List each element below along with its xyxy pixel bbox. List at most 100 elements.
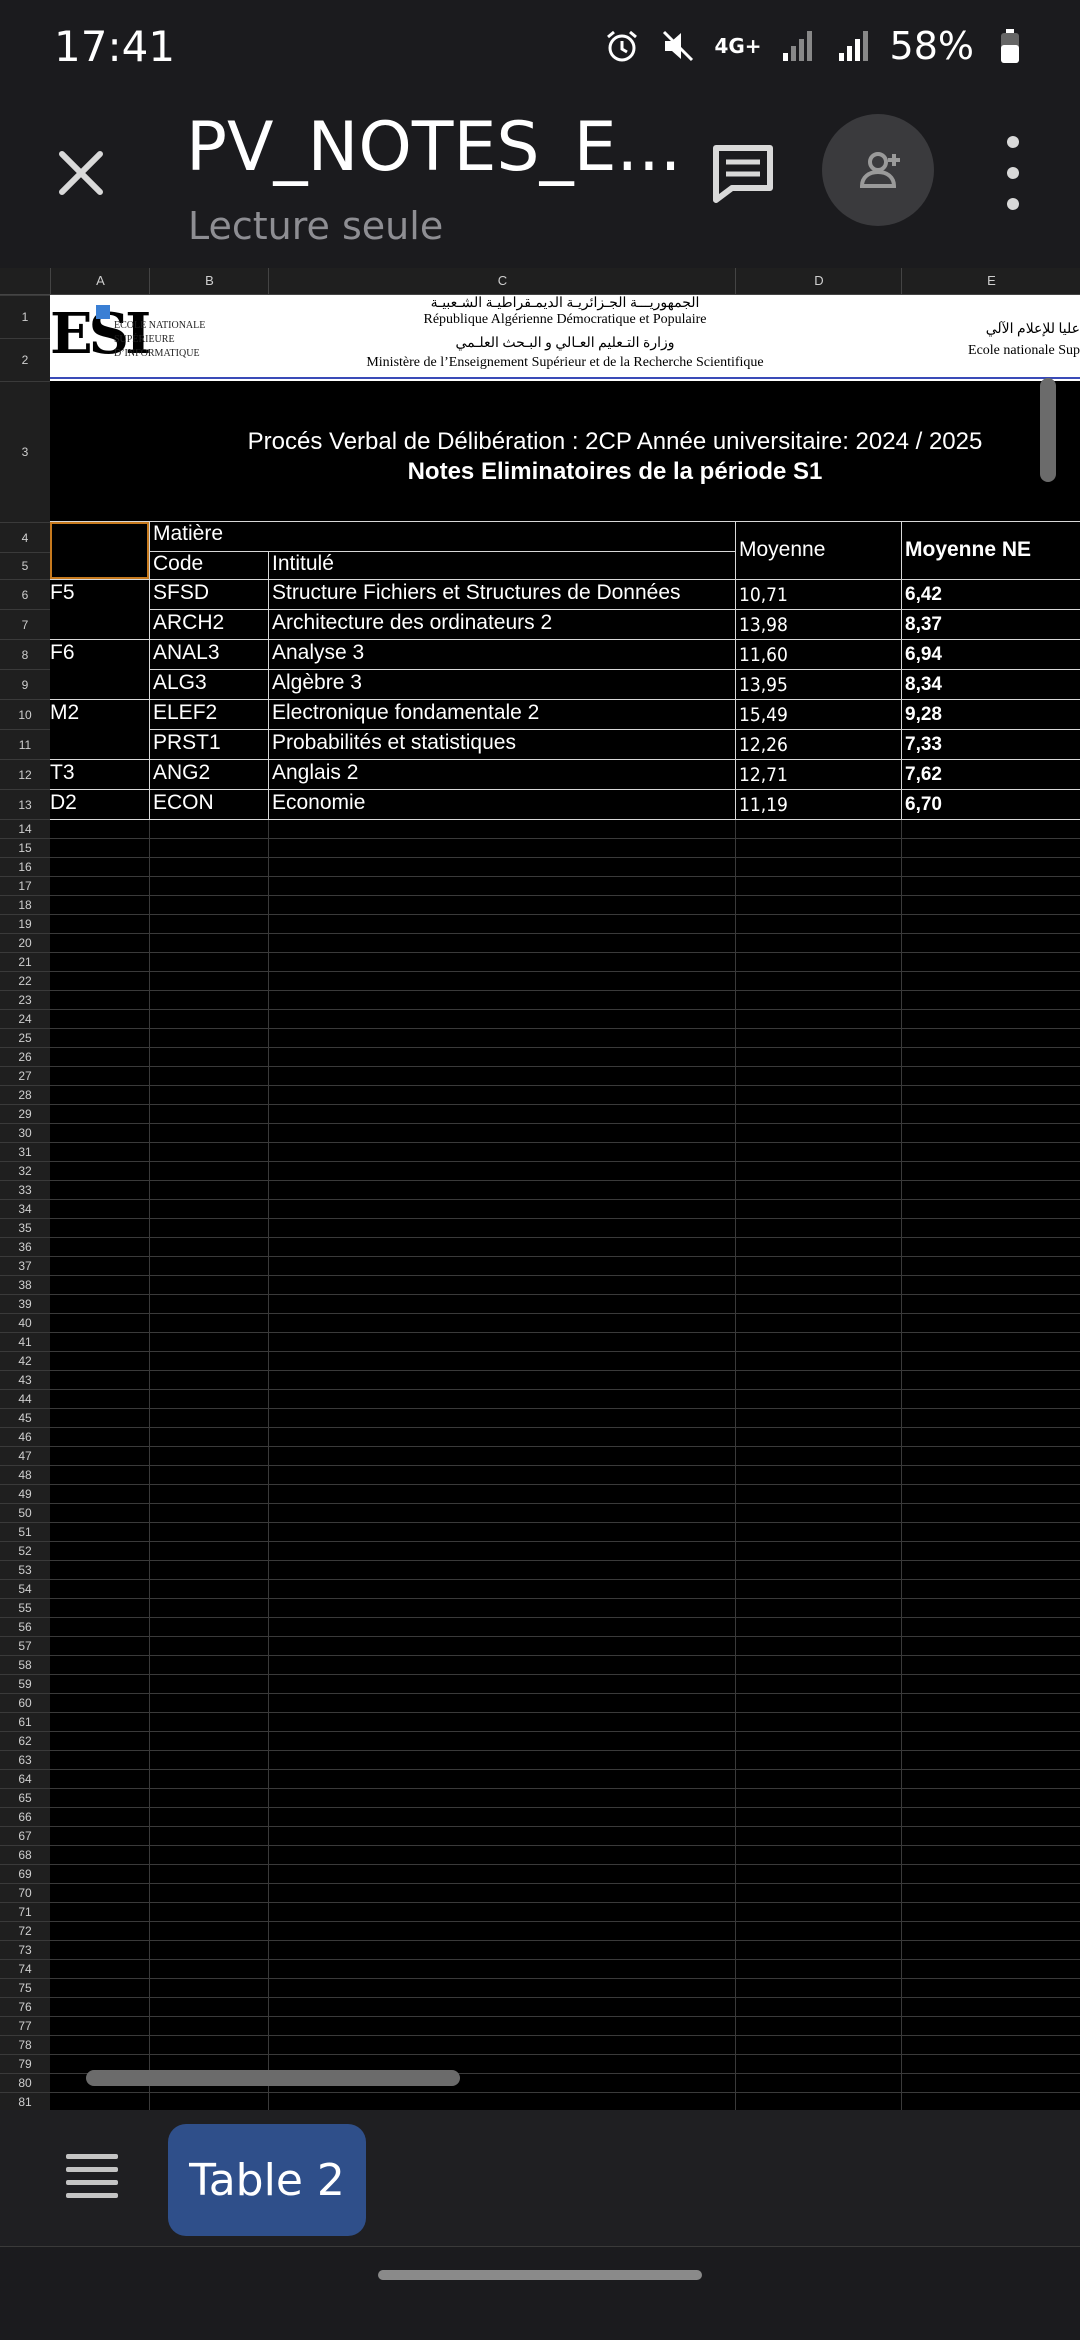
cell-intitule[interactable]: Probabilités et statistiques [272, 731, 516, 755]
header-matiere[interactable]: Matière [153, 522, 223, 546]
row-header-59[interactable]: 59 [0, 1674, 50, 1693]
row-header-61[interactable]: 61 [0, 1712, 50, 1731]
cell-moyenne[interactable]: 11,19 [739, 794, 788, 816]
cell-code[interactable]: PRST1 [153, 731, 221, 755]
horizontal-scrollbar[interactable] [86, 2070, 460, 2086]
row-header-9[interactable]: 9 [0, 669, 50, 699]
cell-intitule[interactable]: Anglais 2 [272, 761, 358, 785]
row-header-71[interactable]: 71 [0, 1902, 50, 1921]
row-header-65[interactable]: 65 [0, 1788, 50, 1807]
row-header-12[interactable]: 12 [0, 759, 50, 789]
cell-group[interactable]: M2 [50, 701, 79, 725]
row-header-70[interactable]: 70 [0, 1883, 50, 1902]
row-header-39[interactable]: 39 [0, 1294, 50, 1313]
cell-moyenne[interactable]: 13,95 [739, 674, 788, 696]
row-header-32[interactable]: 32 [0, 1161, 50, 1180]
header-moyenne-ne[interactable]: Moyenne NE [905, 538, 1031, 562]
column-header-e[interactable]: E [901, 268, 1080, 294]
row-header-16[interactable]: 16 [0, 857, 50, 876]
row-header-2[interactable]: 2 [0, 338, 50, 381]
cell-moyenne-ne[interactable]: 6,94 [905, 644, 942, 666]
row-header-50[interactable]: 50 [0, 1503, 50, 1522]
row-header-58[interactable]: 58 [0, 1655, 50, 1674]
row-header-74[interactable]: 74 [0, 1959, 50, 1978]
cell-moyenne[interactable]: 13,98 [739, 614, 788, 636]
row-header-64[interactable]: 64 [0, 1769, 50, 1788]
sheets-menu-button[interactable] [66, 2154, 118, 2198]
cell-code[interactable]: ANAL3 [153, 641, 220, 665]
cell-moyenne-ne[interactable]: 6,70 [905, 794, 942, 816]
column-header-c[interactable]: C [268, 268, 736, 294]
row-header-1[interactable]: 1 [0, 295, 50, 338]
cell-group[interactable]: F5 [50, 581, 75, 605]
row-header-17[interactable]: 17 [0, 876, 50, 895]
cell-intitule[interactable]: Electronique fondamentale 2 [272, 701, 539, 725]
row-header-37[interactable]: 37 [0, 1256, 50, 1275]
cell-intitule[interactable]: Algèbre 3 [272, 671, 362, 695]
spreadsheet-grid[interactable]: ABCDE 1 2 3 4 5 6 7 8 9 10 11 12 13 14 15 16 17 18 19 20 21 2… [0, 268, 1080, 2110]
cell-code[interactable]: SFSD [153, 581, 209, 605]
row-header-33[interactable]: 33 [0, 1180, 50, 1199]
row-header-80[interactable]: 80 [0, 2073, 50, 2092]
row-header-51[interactable]: 51 [0, 1522, 50, 1541]
row-header-68[interactable]: 68 [0, 1845, 50, 1864]
row-header-29[interactable]: 29 [0, 1104, 50, 1123]
row-header-47[interactable]: 47 [0, 1446, 50, 1465]
row-header-62[interactable]: 62 [0, 1731, 50, 1750]
sheet-tab-table-2[interactable]: Table 2 [168, 2124, 366, 2236]
cell-intitule[interactable]: Architecture des ordinateurs 2 [272, 611, 552, 635]
column-header-b[interactable]: B [149, 268, 269, 294]
row-header-38[interactable]: 38 [0, 1275, 50, 1294]
row-header-6[interactable]: 6 [0, 579, 50, 609]
selected-cell[interactable] [50, 522, 149, 579]
row-header-79[interactable]: 79 [0, 2054, 50, 2073]
row-header-24[interactable]: 24 [0, 1009, 50, 1028]
cell-moyenne-ne[interactable]: 8,37 [905, 614, 942, 636]
cell-code[interactable]: ALG3 [153, 671, 207, 695]
row-header-21[interactable]: 21 [0, 952, 50, 971]
row-header-31[interactable]: 31 [0, 1142, 50, 1161]
row-header-43[interactable]: 43 [0, 1370, 50, 1389]
more-options-button[interactable] [998, 136, 1028, 210]
cell-moyenne-ne[interactable]: 7,33 [905, 734, 942, 756]
row-header-41[interactable]: 41 [0, 1332, 50, 1351]
cell-code[interactable]: ELEF2 [153, 701, 217, 725]
cell-moyenne[interactable]: 15,49 [739, 704, 788, 726]
row-header-78[interactable]: 78 [0, 2035, 50, 2054]
row-header-55[interactable]: 55 [0, 1598, 50, 1617]
cell-code[interactable]: ARCH2 [153, 611, 224, 635]
row-header-18[interactable]: 18 [0, 895, 50, 914]
cell-group[interactable]: F6 [50, 641, 75, 665]
row-header-44[interactable]: 44 [0, 1389, 50, 1408]
row-header-30[interactable]: 30 [0, 1123, 50, 1142]
cell-group[interactable]: T3 [50, 761, 75, 785]
row-header-40[interactable]: 40 [0, 1313, 50, 1332]
row-header-48[interactable]: 48 [0, 1465, 50, 1484]
comments-button[interactable] [708, 138, 778, 208]
cell-moyenne-ne[interactable]: 9,28 [905, 704, 942, 726]
row-header-72[interactable]: 72 [0, 1921, 50, 1940]
row-header-11[interactable]: 11 [0, 729, 50, 759]
row-header-63[interactable]: 63 [0, 1750, 50, 1769]
row-header-14[interactable]: 14 [0, 819, 50, 838]
row-header-20[interactable]: 20 [0, 933, 50, 952]
row-header-5[interactable]: 5 [0, 552, 50, 579]
cell-moyenne[interactable]: 10,71 [739, 584, 788, 606]
row-header-54[interactable]: 54 [0, 1579, 50, 1598]
cell-moyenne-ne[interactable]: 6,42 [905, 584, 942, 606]
cell-code[interactable]: ECON [153, 791, 214, 815]
row-header-28[interactable]: 28 [0, 1085, 50, 1104]
row-header-15[interactable]: 15 [0, 838, 50, 857]
row-header-19[interactable]: 19 [0, 914, 50, 933]
row-header-67[interactable]: 67 [0, 1826, 50, 1845]
header-code[interactable]: Code [153, 552, 203, 576]
row-header-22[interactable]: 22 [0, 971, 50, 990]
row-header-4[interactable]: 4 [0, 522, 50, 552]
row-header-53[interactable]: 53 [0, 1560, 50, 1579]
row-header-3[interactable]: 3 [0, 381, 50, 522]
header-intitule[interactable]: Intitulé [272, 552, 334, 576]
column-header-d[interactable]: D [735, 268, 902, 294]
cell-moyenne-ne[interactable]: 8,34 [905, 674, 942, 696]
vertical-scrollbar[interactable] [1040, 378, 1056, 482]
close-button[interactable] [48, 140, 114, 206]
